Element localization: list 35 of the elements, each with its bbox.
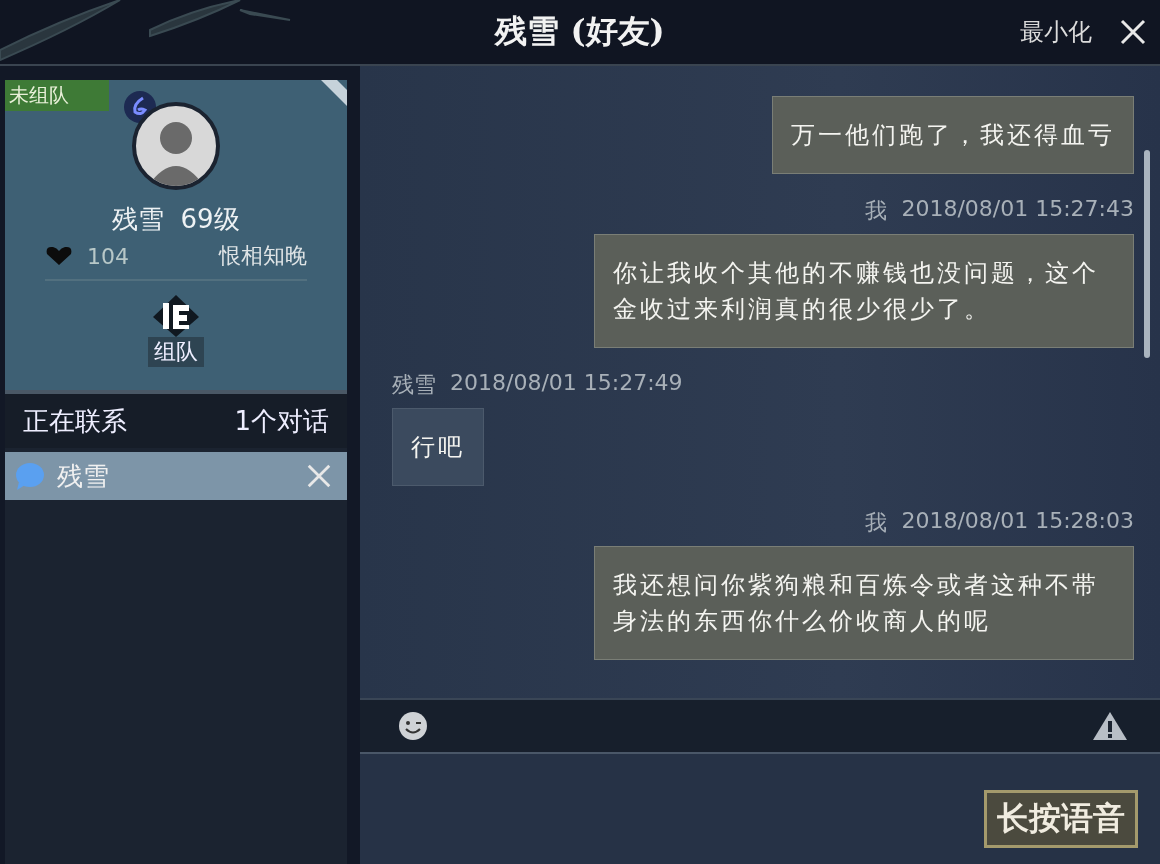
contacts-heading: 正在联系 [23, 404, 127, 438]
conversation-count: 1个对话 [234, 404, 329, 438]
smiley-icon [398, 711, 428, 741]
sender-name: 残雪 [392, 371, 436, 399]
team-icon [151, 293, 201, 337]
message-time: 2018/08/01 15:27:49 [450, 370, 683, 397]
intimacy-value: 104 [87, 243, 129, 269]
relation-title: 恨相知晚 [219, 242, 307, 270]
close-button[interactable] [1118, 17, 1148, 47]
hold-to-talk-button[interactable]: 长按语音 [984, 790, 1138, 848]
message-bubble: 你让我收个其他的不赚钱也没问题，这个金收过来利润真的很少很少了。 [594, 234, 1134, 348]
message-time: 2018/08/01 15:28:03 [901, 508, 1134, 535]
minimize-button[interactable]: 最小化 [1020, 16, 1092, 48]
close-icon [305, 462, 333, 490]
warning-icon [1092, 711, 1128, 741]
scrollbar[interactable] [1144, 150, 1150, 358]
emoji-button[interactable] [398, 711, 428, 741]
team-button[interactable]: 组队 [148, 293, 204, 367]
close-chat-button[interactable] [305, 462, 333, 490]
message-bubble: 行吧 [392, 408, 484, 486]
close-icon [1118, 17, 1148, 47]
sender-name: 我 [865, 197, 888, 225]
chat-bubble-icon [15, 462, 45, 490]
heart-icon [45, 246, 73, 266]
team-status-badge: 未组队 [5, 80, 109, 111]
message-time: 2018/08/01 15:27:43 [901, 196, 1134, 223]
sender-name: 我 [865, 509, 888, 537]
player-name: 残雪 [112, 203, 165, 236]
window-title: 残雪 (好友) [495, 11, 665, 52]
player-level: 69级 [180, 203, 240, 236]
message-bubble: 万一他们跑了，我还得血亏 [772, 96, 1134, 174]
message-bubble: 我还想问你紫狗粮和百炼令或者这种不带身法的东西你什么价收商人的呢 [594, 546, 1134, 660]
contact-name: 残雪 [57, 459, 109, 493]
page-fold-icon [321, 80, 347, 106]
report-button[interactable] [1092, 711, 1128, 741]
